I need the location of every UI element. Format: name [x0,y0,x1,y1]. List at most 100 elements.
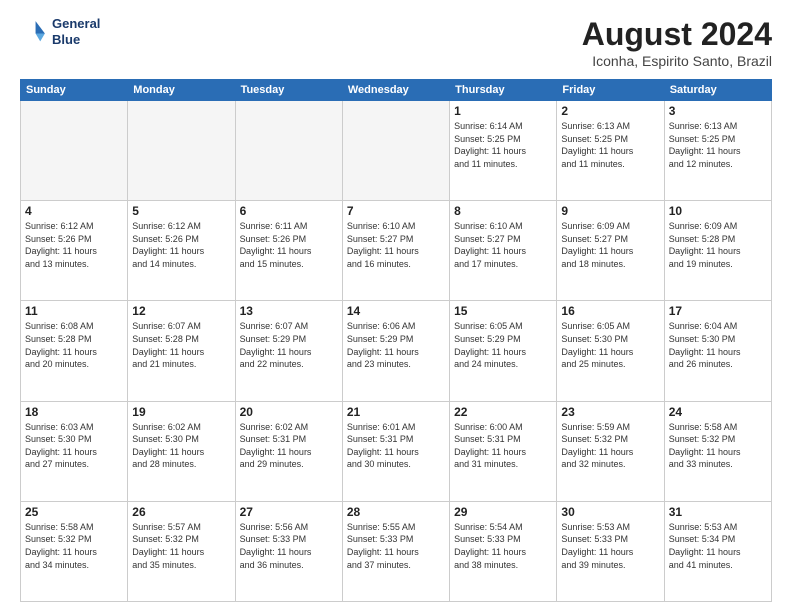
calendar-cell [128,101,235,201]
day-info: Sunrise: 5:58 AMSunset: 5:32 PMDaylight:… [25,521,123,571]
calendar-cell: 24 Sunrise: 5:58 AMSunset: 5:32 PMDayligh… [664,401,771,501]
day-number: 28 [347,505,445,519]
day-info: Sunrise: 6:13 AMSunset: 5:25 PMDaylight:… [669,120,767,170]
day-number: 6 [240,204,338,218]
calendar-cell: 7 Sunrise: 6:10 AMSunset: 5:27 PMDaylight… [342,201,449,301]
day-number: 9 [561,204,659,218]
day-info: Sunrise: 6:10 AMSunset: 5:27 PMDaylight:… [347,220,445,270]
calendar-cell: 23 Sunrise: 5:59 AMSunset: 5:32 PMDayligh… [557,401,664,501]
day-number: 15 [454,304,552,318]
calendar-cell: 5Sunrise: 6:12 AMSunset: 5:26 PMDaylight… [128,201,235,301]
logo-line1: General [52,16,100,32]
calendar-cell: 29 Sunrise: 5:54 AMSunset: 5:33 PMDayligh… [450,501,557,601]
day-info: Sunrise: 6:02 AMSunset: 5:30 PMDaylight:… [132,421,230,471]
day-number: 23 [561,405,659,419]
day-number: 14 [347,304,445,318]
day-number: 19 [132,405,230,419]
day-info: Sunrise: 6:07 AMSunset: 5:28 PMDaylight:… [132,320,230,370]
calendar-week-row: 11Sunrise: 6:08 AMSunset: 5:28 PMDayligh… [21,301,772,401]
calendar-cell: 19 Sunrise: 6:02 AMSunset: 5:30 PMDayligh… [128,401,235,501]
day-info: Sunrise: 5:53 AMSunset: 5:33 PMDaylight:… [561,521,659,571]
day-number: 17 [669,304,767,318]
day-number: 21 [347,405,445,419]
day-info: Sunrise: 6:07 AMSunset: 5:29 PMDaylight:… [240,320,338,370]
day-number: 26 [132,505,230,519]
day-info: Sunrise: 6:12 AMSunset: 5:26 PMDaylight:… [25,220,123,270]
day-number: 27 [240,505,338,519]
calendar-week-row: 25 Sunrise: 5:58 AMSunset: 5:32 PMDayligh… [21,501,772,601]
day-number: 31 [669,505,767,519]
day-number: 24 [669,405,767,419]
calendar-cell [342,101,449,201]
day-number: 10 [669,204,767,218]
calendar-cell: 6 Sunrise: 6:11 AMSunset: 5:26 PMDaylight… [235,201,342,301]
calendar-cell: 13 Sunrise: 6:07 AMSunset: 5:29 PMDayligh… [235,301,342,401]
day-number: 11 [25,304,123,318]
calendar-cell: 15 Sunrise: 6:05 AMSunset: 5:29 PMDayligh… [450,301,557,401]
day-info: Sunrise: 6:04 AMSunset: 5:30 PMDaylight:… [669,320,767,370]
weekday-header: Friday [557,80,664,101]
day-info: Sunrise: 6:14 AMSunset: 5:25 PMDaylight:… [454,120,552,170]
day-number: 25 [25,505,123,519]
calendar-cell: 28 Sunrise: 5:55 AMSunset: 5:33 PMDayligh… [342,501,449,601]
calendar-cell [21,101,128,201]
day-info: Sunrise: 5:58 AMSunset: 5:32 PMDaylight:… [669,421,767,471]
page: General Blue August 2024 Iconha, Espirit… [0,0,792,612]
day-info: Sunrise: 6:03 AMSunset: 5:30 PMDaylight:… [25,421,123,471]
calendar-header-row: SundayMondayTuesdayWednesdayThursdayFrid… [21,80,772,101]
day-info: Sunrise: 5:56 AMSunset: 5:33 PMDaylight:… [240,521,338,571]
calendar-cell: 11Sunrise: 6:08 AMSunset: 5:28 PMDayligh… [21,301,128,401]
day-number: 3 [669,104,767,118]
day-info: Sunrise: 5:57 AMSunset: 5:32 PMDaylight:… [132,521,230,571]
day-number: 7 [347,204,445,218]
day-number: 22 [454,405,552,419]
weekday-header: Thursday [450,80,557,101]
day-info: Sunrise: 6:13 AMSunset: 5:25 PMDaylight:… [561,120,659,170]
day-number: 2 [561,104,659,118]
day-info: Sunrise: 6:05 AMSunset: 5:30 PMDaylight:… [561,320,659,370]
month-title: August 2024 [582,16,772,53]
calendar-cell: 17 Sunrise: 6:04 AMSunset: 5:30 PMDayligh… [664,301,771,401]
logo-icon [20,18,48,46]
day-info: Sunrise: 5:53 AMSunset: 5:34 PMDaylight:… [669,521,767,571]
calendar-cell: 14Sunrise: 6:06 AMSunset: 5:29 PMDayligh… [342,301,449,401]
day-info: Sunrise: 6:01 AMSunset: 5:31 PMDaylight:… [347,421,445,471]
header: General Blue August 2024 Iconha, Espirit… [20,16,772,69]
day-info: Sunrise: 5:54 AMSunset: 5:33 PMDaylight:… [454,521,552,571]
calendar-cell [235,101,342,201]
calendar-cell: 16 Sunrise: 6:05 AMSunset: 5:30 PMDayligh… [557,301,664,401]
location: Iconha, Espirito Santo, Brazil [582,53,772,69]
day-info: Sunrise: 6:02 AMSunset: 5:31 PMDaylight:… [240,421,338,471]
day-number: 16 [561,304,659,318]
calendar-week-row: 4 Sunrise: 6:12 AMSunset: 5:26 PMDaylight… [21,201,772,301]
day-number: 13 [240,304,338,318]
day-info: Sunrise: 6:09 AMSunset: 5:27 PMDaylight:… [561,220,659,270]
calendar-cell: 20Sunrise: 6:02 AMSunset: 5:31 PMDayligh… [235,401,342,501]
day-info: Sunrise: 6:10 AMSunset: 5:27 PMDaylight:… [454,220,552,270]
day-number: 4 [25,204,123,218]
calendar-cell: 26 Sunrise: 5:57 AMSunset: 5:32 PMDayligh… [128,501,235,601]
day-info: Sunrise: 5:55 AMSunset: 5:33 PMDaylight:… [347,521,445,571]
logo-line2: Blue [52,32,100,48]
logo-text: General Blue [52,16,100,47]
day-info: Sunrise: 6:05 AMSunset: 5:29 PMDaylight:… [454,320,552,370]
day-number: 8 [454,204,552,218]
logo: General Blue [20,16,100,47]
day-number: 29 [454,505,552,519]
calendar-cell: 8 Sunrise: 6:10 AMSunset: 5:27 PMDaylight… [450,201,557,301]
day-info: Sunrise: 6:00 AMSunset: 5:31 PMDaylight:… [454,421,552,471]
day-info: Sunrise: 6:09 AMSunset: 5:28 PMDaylight:… [669,220,767,270]
weekday-header: Sunday [21,80,128,101]
calendar-table: SundayMondayTuesdayWednesdayThursdayFrid… [20,79,772,602]
calendar-cell: 9 Sunrise: 6:09 AMSunset: 5:27 PMDaylight… [557,201,664,301]
day-number: 18 [25,405,123,419]
day-info: Sunrise: 6:11 AMSunset: 5:26 PMDaylight:… [240,220,338,270]
day-info: Sunrise: 6:12 AMSunset: 5:26 PMDaylight:… [132,220,230,270]
calendar-cell: 22 Sunrise: 6:00 AMSunset: 5:31 PMDayligh… [450,401,557,501]
weekday-header: Wednesday [342,80,449,101]
day-number: 1 [454,104,552,118]
calendar-week-row: 1 Sunrise: 6:14 AMSunset: 5:25 PMDaylight… [21,101,772,201]
weekday-header: Monday [128,80,235,101]
calendar-cell: 27 Sunrise: 5:56 AMSunset: 5:33 PMDayligh… [235,501,342,601]
day-info: Sunrise: 5:59 AMSunset: 5:32 PMDaylight:… [561,421,659,471]
